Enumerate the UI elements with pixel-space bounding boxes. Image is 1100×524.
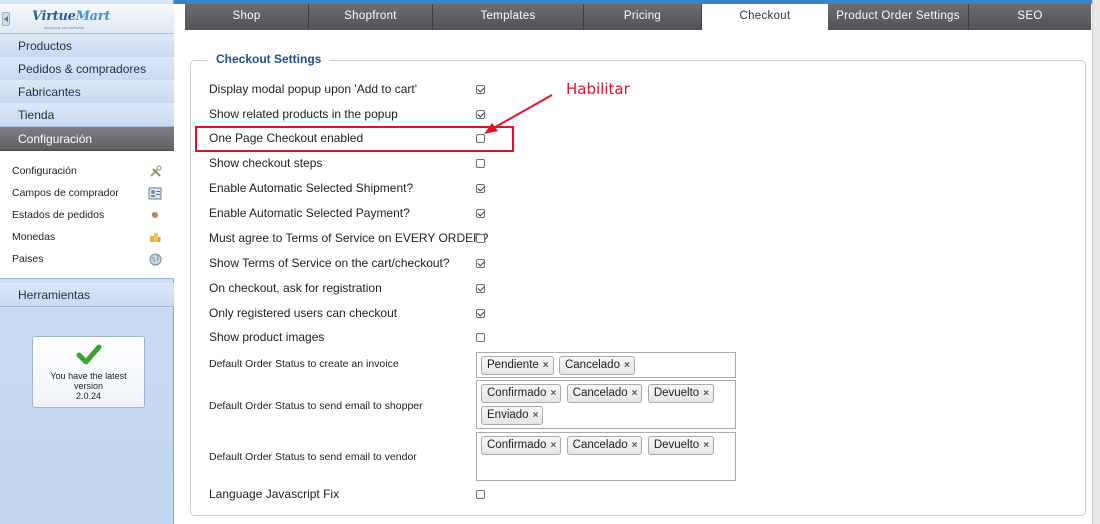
- submenu-label: Configuración: [12, 165, 77, 177]
- setting-label: Show product images: [209, 330, 325, 344]
- remove-chip-icon[interactable]: ×: [624, 360, 630, 371]
- sidebar-item-pedidos[interactable]: Pedidos & compradores: [0, 57, 174, 81]
- remove-chip-icon[interactable]: ×: [533, 410, 539, 421]
- chip-label: Devuelto: [653, 387, 700, 399]
- setting-label: Show related products in the popup: [209, 107, 398, 121]
- checkbox-auto-shipment[interactable]: [476, 184, 485, 193]
- setting-label: Show checkout steps: [209, 156, 323, 170]
- annotation-label: Habilitar: [566, 80, 630, 98]
- tab-pricing[interactable]: Pricing: [584, 4, 701, 30]
- setting-label: Must agree to Terms of Service on EVERY …: [209, 231, 489, 245]
- globe-icon: [148, 252, 162, 266]
- submenu-label: Estados de pedidos: [12, 209, 105, 221]
- setting-label: On checkout, ask for registration: [209, 281, 382, 295]
- vendor-email-status-select[interactable]: Confirmado × Cancelado × Devuelto ×: [476, 432, 736, 481]
- chip-label: Cancelado: [564, 359, 620, 371]
- tab-seo[interactable]: SEO: [969, 4, 1091, 30]
- status-icon: [148, 208, 162, 222]
- status-chip: Confirmado ×: [481, 436, 562, 455]
- page-scrollbar[interactable]: [1092, 0, 1100, 524]
- submenu-item-estados[interactable]: Estados de pedidos: [12, 204, 162, 226]
- setting-label: Language Javascript Fix: [209, 487, 340, 501]
- status-chip: Devuelto ×: [647, 436, 715, 455]
- remove-chip-icon[interactable]: ×: [543, 360, 549, 371]
- tools-icon: [148, 164, 162, 178]
- sidebar-item-tienda[interactable]: Tienda: [0, 103, 174, 127]
- checkbox-product-images[interactable]: [476, 333, 485, 342]
- remove-chip-icon[interactable]: ×: [550, 440, 556, 451]
- sidebar-item-fabricantes[interactable]: Fabricantes: [0, 80, 174, 104]
- status-chip: Pendiente ×: [481, 356, 554, 375]
- checkmark-icon: [33, 343, 144, 367]
- coins-icon: [148, 230, 162, 244]
- status-chip: Cancelado ×: [566, 436, 643, 455]
- chip-label: Devuelto: [653, 439, 700, 451]
- tab-checkout[interactable]: Checkout: [702, 4, 828, 30]
- tab-product-order-settings[interactable]: Product Order Settings: [828, 4, 968, 30]
- submenu-item-configuracion[interactable]: Configuración: [12, 160, 162, 182]
- annotation-highlight-box: [195, 126, 514, 152]
- submenu-item-monedas[interactable]: Monedas: [12, 226, 162, 248]
- sidebar-item-configuracion[interactable]: Configuración: [0, 127, 174, 151]
- sidebar-item-productos[interactable]: Productos: [0, 34, 174, 58]
- sidebar-item-herramientas[interactable]: Herramientas: [0, 283, 174, 307]
- status-chip: Devuelto ×: [647, 384, 715, 403]
- chip-label: Confirmado: [487, 387, 547, 399]
- fieldset-legend: Checkout Settings: [208, 52, 330, 66]
- status-chip: Cancelado ×: [566, 384, 643, 403]
- user-card-icon: [148, 186, 162, 200]
- version-box: You have the latest version 2.0.24: [32, 336, 145, 408]
- setting-label: Show Terms of Service on the cart/checko…: [209, 256, 450, 270]
- submenu-item-paises[interactable]: Paises: [12, 248, 162, 270]
- logo-text: VirtueMart: [32, 9, 111, 24]
- remove-chip-icon[interactable]: ×: [550, 388, 556, 399]
- version-text: You have the latest version: [50, 371, 127, 391]
- remove-chip-icon[interactable]: ×: [632, 440, 638, 451]
- config-tab-bar: Shop Shopfront Templates Pricing Checkou…: [185, 4, 1091, 30]
- chip-label: Enviado: [487, 409, 529, 421]
- setting-label: Enable Automatic Selected Shipment?: [209, 181, 414, 195]
- remove-chip-icon[interactable]: ×: [703, 440, 709, 451]
- version-number: 2.0.24: [75, 391, 102, 401]
- status-chip: Cancelado ×: [558, 356, 635, 375]
- chip-label: Confirmado: [487, 439, 547, 451]
- annotation-arrow-icon: [484, 94, 553, 134]
- checkbox-language-js-fix[interactable]: [476, 490, 485, 499]
- status-chip: Enviado ×: [481, 406, 544, 425]
- remove-chip-icon[interactable]: ×: [703, 388, 709, 399]
- submenu-label: Paises: [12, 253, 44, 265]
- setting-label: Only registered users can checkout: [209, 306, 398, 320]
- tab-shop[interactable]: Shop: [185, 4, 308, 30]
- sidebar: VirtueMart shopping cart software Produc…: [0, 0, 174, 524]
- collapse-sidebar-icon[interactable]: [2, 12, 10, 26]
- submenu-item-campos[interactable]: Campos de comprador: [12, 182, 162, 204]
- checkbox-ask-registration[interactable]: [476, 284, 485, 293]
- chip-label: Cancelado: [572, 439, 628, 451]
- checkbox-auto-payment[interactable]: [476, 209, 485, 218]
- status-chip: Confirmado ×: [481, 384, 562, 403]
- tab-shopfront[interactable]: Shopfront: [309, 4, 432, 30]
- setting-label: Default Order Status to send email to sh…: [209, 400, 423, 412]
- setting-label: Display modal popup upon 'Add to cart': [209, 82, 418, 96]
- setting-label: Default Order Status to send email to ve…: [209, 451, 417, 463]
- tab-templates[interactable]: Templates: [433, 4, 583, 30]
- submenu-label: Monedas: [12, 231, 56, 243]
- shopper-email-status-select[interactable]: Confirmado × Cancelado × Devuelto × Enviado…: [476, 380, 736, 429]
- checkbox-checkout-steps[interactable]: [476, 159, 485, 168]
- sidebar-submenu: Configuración Campos de comprador Estado…: [0, 151, 174, 279]
- checkbox-show-tos[interactable]: [476, 259, 485, 268]
- invoice-status-select[interactable]: Pendiente × Cancelado ×: [476, 352, 736, 378]
- remove-chip-icon[interactable]: ×: [632, 388, 638, 399]
- setting-label: Enable Automatic Selected Payment?: [209, 206, 410, 220]
- chip-label: Cancelado: [572, 387, 628, 399]
- checkbox-agree-tos-every-order[interactable]: [476, 234, 485, 243]
- submenu-label: Campos de comprador: [12, 187, 119, 199]
- logo[interactable]: VirtueMart shopping cart software: [0, 4, 174, 34]
- setting-label: Default Order Status to create an invoic…: [209, 358, 399, 370]
- chip-label: Pendiente: [487, 359, 539, 371]
- checkbox-registered-only[interactable]: [476, 309, 485, 318]
- logo-tagline: shopping cart software: [44, 25, 85, 30]
